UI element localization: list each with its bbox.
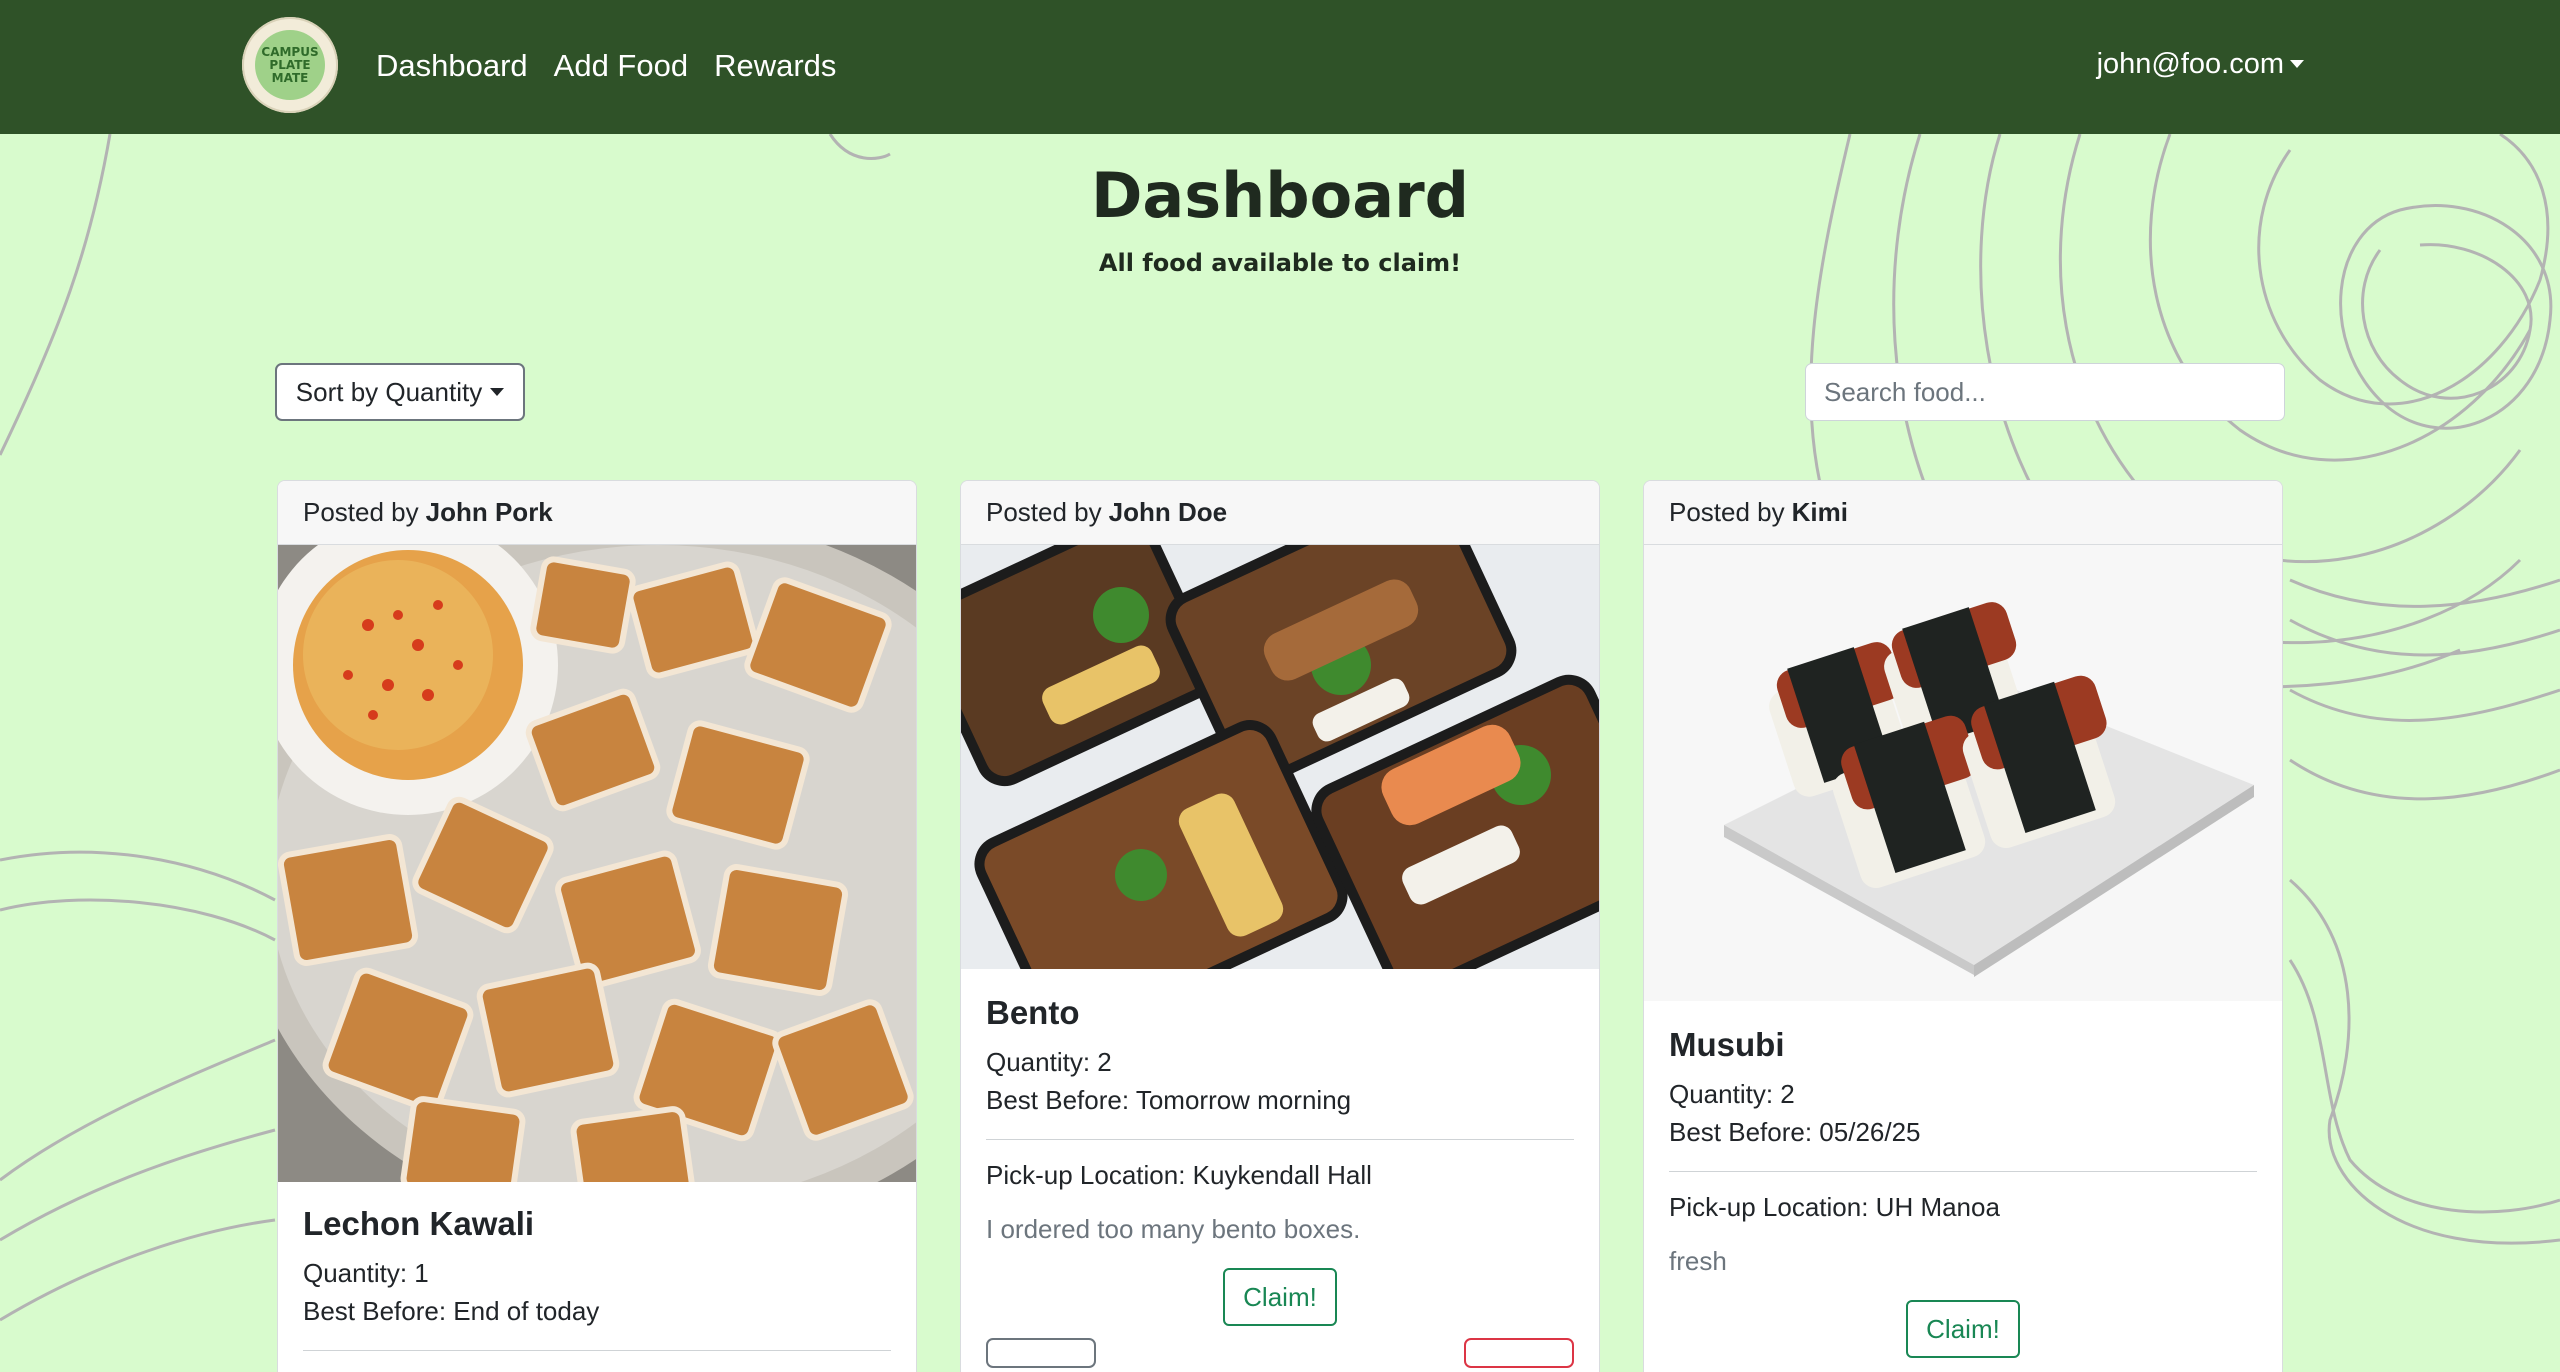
nav-link-rewards[interactable]: Rewards — [714, 44, 836, 88]
food-card: Posted by Kimi Musubi Quantity: 2 Best B… — [1643, 480, 2283, 1372]
logo-text: CAMPUS PLATE MATE — [255, 30, 325, 100]
logo[interactable]: CAMPUS PLATE MATE — [242, 17, 338, 113]
claim-button[interactable]: Claim! — [1223, 1268, 1337, 1326]
food-quantity: Quantity: 2 — [986, 1047, 1112, 1077]
sort-label: Sort by Quantity — [295, 376, 483, 407]
pickup-location: Pick-up Location: Kuykendall Hall — [986, 1160, 1372, 1190]
page-title: Dashboard — [1090, 159, 1470, 232]
card-header: Posted by John Doe — [961, 481, 1599, 545]
edit-button[interactable] — [986, 1338, 1096, 1368]
food-name: Musubi — [1669, 1026, 1785, 1063]
claim-button[interactable]: Claim! — [1906, 1300, 2020, 1358]
posted-by-label: Posted by — [986, 497, 1102, 527]
card-divider — [303, 1350, 891, 1351]
pickup-location: Pick-up Location: UH Manoa — [1669, 1192, 2000, 1222]
sort-dropdown-button[interactable]: Sort by Quantity — [275, 363, 525, 421]
card-divider — [986, 1139, 1574, 1140]
poster-name: John Doe — [1108, 497, 1228, 527]
card-divider — [1669, 1171, 2257, 1172]
food-best-before: Best Before: 05/26/25 — [1669, 1117, 1921, 1147]
food-best-before: Best Before: Tomorrow morning — [986, 1085, 1352, 1115]
chevron-down-icon — [2290, 60, 2304, 68]
card-body: Musubi Quantity: 2 Best Before: 05/26/25… — [1644, 1001, 2282, 1358]
food-quantity: Quantity: 1 — [303, 1258, 429, 1288]
food-quantity: Quantity: 2 — [1669, 1079, 1795, 1109]
food-image — [961, 545, 1599, 969]
chevron-down-icon — [490, 388, 505, 396]
top-navbar: CAMPUS PLATE MATE Dashboard Add Food Rew… — [0, 0, 2560, 134]
search-input[interactable] — [1805, 363, 2285, 421]
food-best-before: Best Before: End of today — [303, 1296, 600, 1326]
food-name: Bento — [986, 994, 1080, 1031]
card-action-row — [961, 1326, 1599, 1368]
posted-by-label: Posted by — [303, 497, 419, 527]
nav-link-dashboard[interactable]: Dashboard — [376, 44, 528, 88]
logo-line-3: MATE — [271, 70, 309, 85]
food-description: fresh — [1669, 1246, 1727, 1276]
nav-link-add-food[interactable]: Add Food — [554, 44, 688, 88]
card-body: Bento Quantity: 2 Best Before: Tomorrow … — [961, 969, 1599, 1326]
food-name: Lechon Kawali — [303, 1205, 535, 1242]
posted-by-label: Posted by — [1669, 497, 1785, 527]
page-subtitle: All food available to claim! — [1098, 249, 1462, 277]
food-card: Posted by John Doe Bento Quantity: 2 Bes… — [960, 480, 1600, 1372]
delete-button[interactable] — [1464, 1338, 1574, 1368]
nav-links: Dashboard Add Food Rewards — [376, 44, 862, 88]
card-header: Posted by John Pork — [278, 481, 916, 545]
food-image — [278, 545, 916, 1182]
food-description: I ordered too many bento boxes. — [986, 1214, 1361, 1244]
logo-line-1: CAMPUS — [261, 44, 319, 59]
poster-name: John Pork — [425, 497, 553, 527]
food-image — [1644, 545, 2282, 1001]
card-header: Posted by Kimi — [1644, 481, 2282, 545]
user-menu-dropdown[interactable]: john@foo.com — [2097, 44, 2304, 84]
food-card: Posted by John Pork Lechon Kawali Quanti… — [277, 480, 917, 1372]
user-email: john@foo.com — [2096, 48, 2284, 80]
card-body: Lechon Kawali Quantity: 1 Best Before: E… — [278, 1182, 916, 1351]
poster-name: Kimi — [1791, 497, 1848, 527]
logo-line-2: PLATE — [269, 57, 311, 72]
